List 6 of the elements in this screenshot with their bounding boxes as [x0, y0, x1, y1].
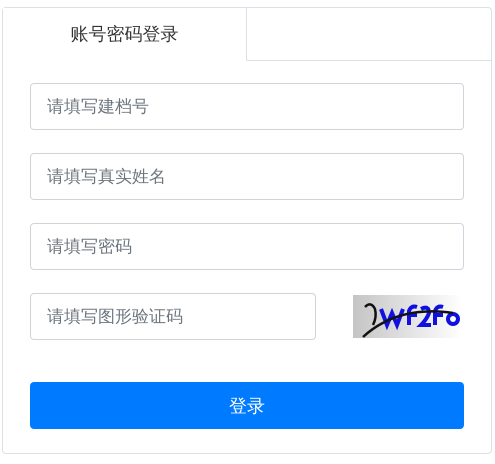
- input-field[interactable]: 请填写密码: [30, 223, 464, 270]
- input-field[interactable]: 请填写真实姓名: [30, 153, 464, 200]
- input-field[interactable]: 请填写图形验证码: [30, 293, 316, 340]
- login-button[interactable]: 登录: [30, 382, 464, 429]
- login-tab[interactable]: 账号密码登录: [3, 8, 247, 61]
- input-field[interactable]: 请填写建档号: [30, 83, 464, 130]
